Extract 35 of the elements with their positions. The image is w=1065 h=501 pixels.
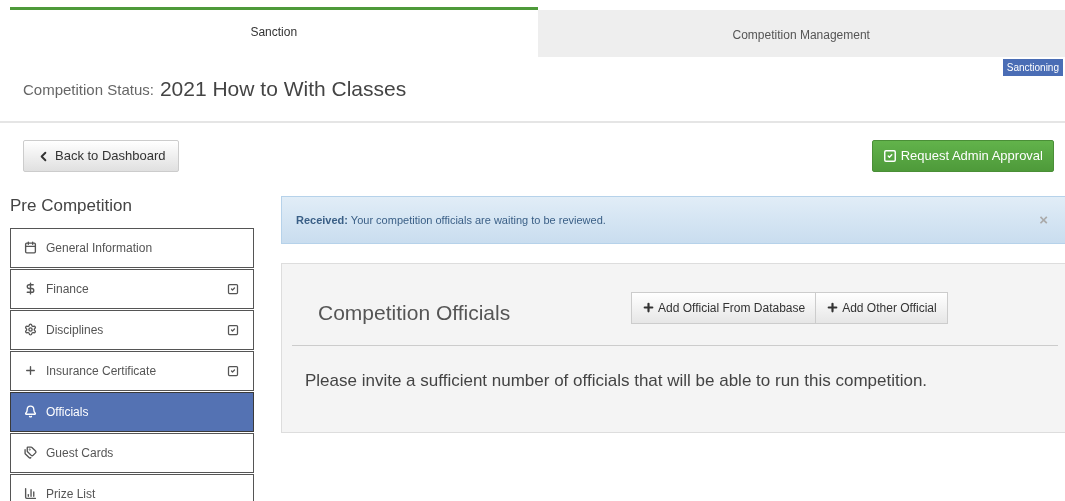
status-label: Competition Status: <box>23 80 154 101</box>
sidebar-heading: Pre Competition <box>10 195 133 217</box>
bell-icon <box>24 405 37 418</box>
panel-message: Please invite a sufficient number of officials that will be able to run this competition. <box>305 370 929 392</box>
plus-icon <box>826 301 840 314</box>
item-label: Disciplines <box>46 321 105 339</box>
tags-icon <box>24 446 37 459</box>
add-official-button[interactable]: Add Official From Database <box>631 291 817 324</box>
item-label: Guest Cards <box>46 444 115 462</box>
plus-icon <box>642 301 655 314</box>
item-label: General Information <box>46 239 154 257</box>
bar-chart-icon <box>24 487 37 500</box>
gear-icon <box>24 323 37 336</box>
check-square-icon <box>882 149 897 163</box>
sidebar-item[interactable]: Finance <box>10 268 254 309</box>
sidebar-item[interactable]: Disciplines <box>10 309 254 350</box>
item-label: Finance <box>46 280 90 298</box>
alert-message: Received: Your competition officials are waiting to be reviewed. <box>296 212 607 228</box>
sidebar-item[interactable]: Prize List <box>10 473 254 501</box>
sidebar-item[interactable]: Guest Cards <box>10 432 254 473</box>
tab[interactable]: Competition Management <box>537 10 1065 57</box>
item-label: Insurance Certificate <box>46 362 158 380</box>
dollar-icon <box>24 282 37 295</box>
back-button[interactable]: Back to Dashboard <box>23 140 179 172</box>
status-badge: Sanctioning <box>1002 59 1063 76</box>
panel-title: Competition Officials <box>318 299 512 326</box>
item-label: Officials <box>46 403 90 421</box>
add-official-button[interactable]: Add Other Official <box>815 291 948 324</box>
item-label: Prize List <box>46 485 97 501</box>
sidebar-item[interactable]: General Information <box>10 227 254 268</box>
sidebar-item[interactable]: Insurance Certificate <box>10 350 254 391</box>
plus-icon <box>24 364 37 377</box>
calendar-icon <box>24 241 37 254</box>
sidebar-item[interactable]: Officials <box>10 391 254 432</box>
competition-title: 2021 How to With Classes <box>159 76 407 103</box>
